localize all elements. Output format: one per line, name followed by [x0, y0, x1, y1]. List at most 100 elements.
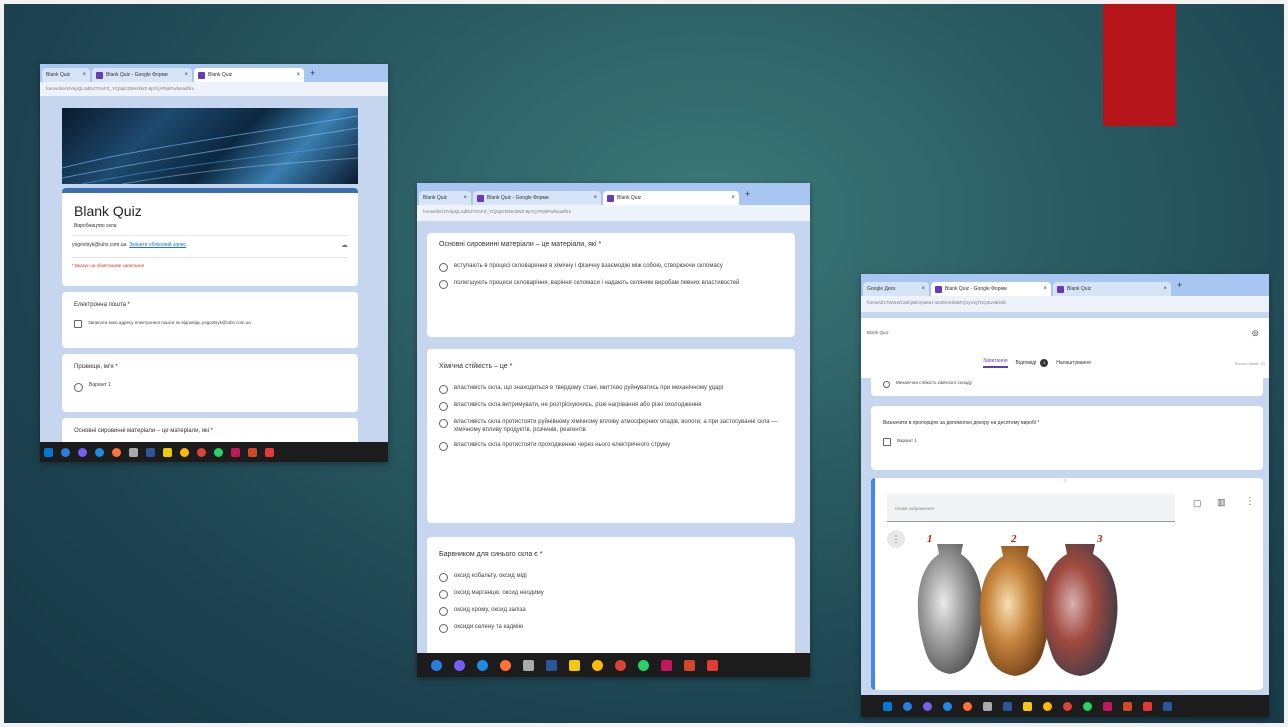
close-icon[interactable]: × [1163, 286, 1167, 292]
close-icon[interactable]: × [296, 72, 300, 78]
browser-tab-active[interactable]: Blank Quiz - Google Форми × [931, 282, 1051, 296]
radio-option[interactable]: оксид кобальту, оксид міді [439, 572, 783, 582]
word-icon[interactable] [1163, 701, 1172, 711]
radio-button[interactable] [74, 383, 83, 392]
radio-button[interactable] [439, 263, 448, 272]
whatsapp-icon[interactable] [638, 659, 649, 671]
radio-button[interactable] [439, 385, 448, 394]
close-icon[interactable]: × [184, 72, 188, 78]
word-icon[interactable] [146, 447, 155, 457]
start-icon[interactable] [883, 701, 892, 711]
browser-tab-active[interactable]: Blank Quiz × [194, 68, 304, 82]
browser-tab[interactable]: Blank Quiz - Google Форми × [473, 191, 601, 205]
radio-button[interactable] [439, 419, 448, 428]
new-tab-icon[interactable]: + [1173, 280, 1186, 290]
radio-button[interactable] [439, 590, 448, 599]
radio-button[interactable] [439, 607, 448, 616]
telegram-icon[interactable] [903, 701, 912, 711]
file-icon[interactable] [523, 659, 534, 671]
radio-option[interactable]: вступають в процесі скловарення в хімічн… [439, 262, 783, 272]
image-options-icon[interactable]: ⋮ [887, 530, 905, 548]
emoji-icon[interactable] [180, 447, 189, 457]
firefox-icon[interactable] [500, 659, 511, 671]
delete-icon[interactable]: ▥ [1217, 497, 1226, 508]
radio-button[interactable] [439, 624, 448, 633]
powerpoint-icon[interactable] [684, 659, 695, 671]
close-icon[interactable]: × [463, 195, 467, 201]
radio-button[interactable] [439, 402, 448, 411]
radio-option[interactable]: оксид хрому, оксид заліза [439, 606, 783, 616]
browser-tab[interactable]: Google Диск × [863, 282, 929, 296]
radio-option[interactable]: властивість скла протистояти проходженню… [439, 441, 783, 452]
switch-account-link[interactable]: Змінити обліковий запис [129, 242, 186, 248]
tab-responses[interactable]: Відповіді [1016, 360, 1037, 366]
whatsapp-icon[interactable] [1083, 701, 1092, 711]
word-icon[interactable] [546, 659, 557, 671]
address-bar[interactable]: forms/d/e/1FAIpQLSdl9J7OAFZ_YCj5ptzDWe3W… [417, 205, 810, 221]
start-icon[interactable] [44, 447, 53, 457]
browser-tab[interactable]: Blank Quiz - Google Форми × [92, 68, 192, 82]
telegram-icon[interactable] [61, 447, 70, 457]
close-icon[interactable]: × [1043, 286, 1047, 292]
word-icon[interactable] [1003, 701, 1012, 711]
powerpoint-icon[interactable] [248, 447, 257, 457]
pdf-icon[interactable] [1143, 701, 1152, 711]
image-icon[interactable]: ▢ [1193, 498, 1202, 509]
app-icon[interactable] [231, 447, 240, 457]
chrome-icon[interactable] [1063, 701, 1072, 711]
radio-option[interactable]: властивість скла, що знаходиться в тверд… [439, 384, 783, 394]
edge-icon[interactable] [477, 659, 488, 671]
radio-button[interactable] [439, 442, 448, 452]
checkbox[interactable] [883, 438, 891, 446]
firefox-icon[interactable] [112, 447, 121, 457]
tab-settings[interactable]: Налаштування [1056, 360, 1091, 366]
explorer-icon[interactable] [569, 659, 580, 671]
explorer-icon[interactable] [163, 447, 172, 457]
radio-button[interactable] [883, 381, 890, 388]
viber-icon[interactable] [78, 447, 87, 457]
radio-option[interactable]: оксиди селену та кадмію [439, 623, 783, 633]
radio-button[interactable] [439, 573, 448, 582]
address-bar[interactable]: forms/d/1TWxHZCiBhjl4EVpMoH-1KZ0HXlIS6FQ… [861, 296, 1269, 312]
browser-tab[interactable]: Blank Quiz × [1053, 282, 1171, 296]
radio-option[interactable]: Механічна стійкість хімічного складу [883, 380, 1251, 388]
palette-icon[interactable]: ⊚ [1251, 328, 1259, 339]
checkbox-option[interactable]: Варіант 1 [883, 438, 1251, 446]
radio-option[interactable]: полегшують процеси скловаріння, варіння … [439, 279, 783, 289]
checkbox[interactable] [74, 320, 82, 328]
browser-tab-active[interactable]: Blank Quiz × [603, 191, 739, 205]
new-tab-icon[interactable]: + [306, 68, 319, 78]
edge-icon[interactable] [943, 701, 952, 711]
edge-icon[interactable] [95, 447, 104, 457]
chrome-icon[interactable] [615, 659, 626, 671]
close-icon[interactable]: × [593, 195, 597, 201]
viber-icon[interactable] [454, 659, 465, 671]
tab-questions[interactable]: Запитання [983, 358, 1008, 368]
close-icon[interactable]: × [731, 195, 735, 201]
radio-option[interactable]: властивість скла протистояти руйнівному … [439, 418, 783, 434]
browser-tab[interactable]: Blank Quiz × [42, 68, 90, 82]
pdf-icon[interactable] [265, 447, 274, 457]
radio-button[interactable] [439, 280, 448, 289]
telegram-icon[interactable] [431, 659, 442, 671]
drag-handle-icon[interactable]: ⠿ [1063, 479, 1067, 485]
chrome-icon[interactable] [197, 447, 206, 457]
app-icon[interactable] [661, 659, 672, 671]
address-bar[interactable]: forms/d/e/1FAIpQLSdl9J7OAFZ_YCj5ptzDWe3W… [40, 82, 388, 96]
close-icon[interactable]: × [921, 286, 925, 292]
image-title-input[interactable]: Назва зображення [887, 494, 1175, 522]
radio-option[interactable]: оксид марганцю, оксид неодиму [439, 589, 783, 599]
close-icon[interactable]: × [82, 72, 86, 78]
file-icon[interactable] [129, 447, 138, 457]
whatsapp-icon[interactable] [214, 447, 223, 457]
viber-icon[interactable] [923, 701, 932, 711]
app-icon[interactable] [1103, 701, 1112, 711]
emoji-icon[interactable] [592, 659, 603, 671]
file-icon[interactable] [983, 701, 992, 711]
explorer-icon[interactable] [1023, 701, 1032, 711]
emoji-icon[interactable] [1043, 701, 1052, 711]
powerpoint-icon[interactable] [1123, 701, 1132, 711]
firefox-icon[interactable] [963, 701, 972, 711]
browser-tab[interactable]: Blank Quiz × [419, 191, 471, 205]
pdf-icon[interactable] [707, 659, 718, 671]
